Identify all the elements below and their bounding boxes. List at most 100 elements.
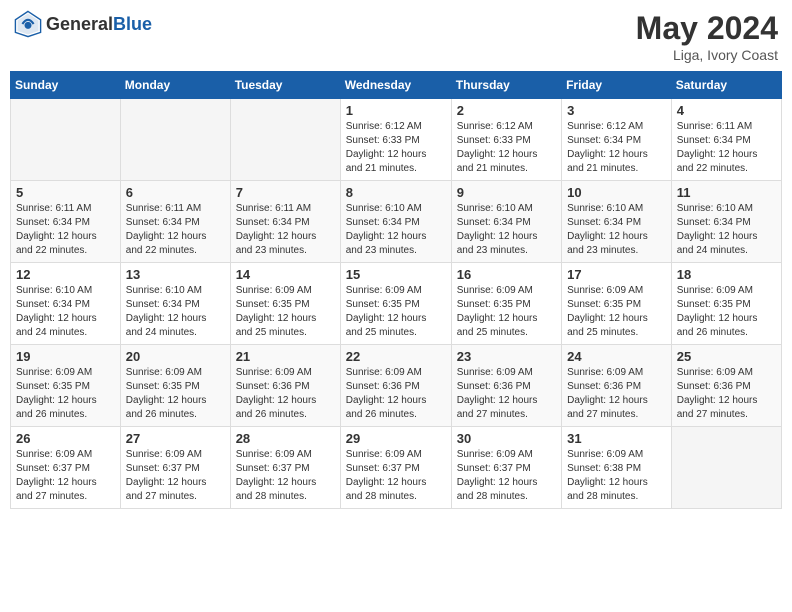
day-info: Sunrise: 6:11 AM Sunset: 6:34 PM Dayligh…	[16, 202, 115, 258]
day-number: 22	[346, 349, 446, 364]
day-info: Sunrise: 6:09 AM Sunset: 6:36 PM Dayligh…	[567, 366, 666, 422]
day-number: 15	[346, 267, 446, 282]
day-info: Sunrise: 6:10 AM Sunset: 6:34 PM Dayligh…	[16, 284, 115, 340]
day-info: Sunrise: 6:09 AM Sunset: 6:37 PM Dayligh…	[126, 448, 225, 504]
day-number: 11	[677, 185, 776, 200]
day-number: 3	[567, 103, 666, 118]
day-number: 13	[126, 267, 225, 282]
table-row: 30 Sunrise: 6:09 AM Sunset: 6:37 PM Dayli…	[451, 427, 561, 509]
day-number: 28	[236, 431, 335, 446]
calendar-week-row: 19 Sunrise: 6:09 AM Sunset: 6:35 PM Dayli…	[11, 345, 782, 427]
day-number: 24	[567, 349, 666, 364]
day-info: Sunrise: 6:09 AM Sunset: 6:35 PM Dayligh…	[567, 284, 666, 340]
day-number: 31	[567, 431, 666, 446]
col-wednesday: Wednesday	[340, 72, 451, 99]
location-title: Liga, Ivory Coast	[636, 47, 778, 63]
day-number: 4	[677, 103, 776, 118]
day-number: 6	[126, 185, 225, 200]
table-row: 8Sunrise: 6:10 AM Sunset: 6:34 PM Daylig…	[340, 181, 451, 263]
day-number: 25	[677, 349, 776, 364]
calendar-header-row: Sunday Monday Tuesday Wednesday Thursday…	[11, 72, 782, 99]
calendar-week-row: 26 Sunrise: 6:09 AM Sunset: 6:37 PM Dayli…	[11, 427, 782, 509]
table-row: 20 Sunrise: 6:09 AM Sunset: 6:35 PM Dayli…	[120, 345, 230, 427]
table-row: 22 Sunrise: 6:09 AM Sunset: 6:36 PM Dayli…	[340, 345, 451, 427]
day-info: Sunrise: 6:09 AM Sunset: 6:35 PM Dayligh…	[126, 366, 225, 422]
day-info: Sunrise: 6:10 AM Sunset: 6:34 PM Dayligh…	[126, 284, 225, 340]
table-row: 6Sunrise: 6:11 AM Sunset: 6:34 PM Daylig…	[120, 181, 230, 263]
day-number: 1	[346, 103, 446, 118]
day-number: 2	[457, 103, 556, 118]
day-info: Sunrise: 6:12 AM Sunset: 6:33 PM Dayligh…	[457, 120, 556, 176]
logo-text-blue: Blue	[113, 14, 152, 34]
calendar-table: Sunday Monday Tuesday Wednesday Thursday…	[10, 71, 782, 509]
table-row	[120, 99, 230, 181]
col-tuesday: Tuesday	[230, 72, 340, 99]
table-row: 21 Sunrise: 6:09 AM Sunset: 6:36 PM Dayli…	[230, 345, 340, 427]
day-number: 19	[16, 349, 115, 364]
logo: GeneralBlue	[14, 10, 152, 38]
table-row: 17Sunrise: 6:09 AM Sunset: 6:35 PM Dayli…	[562, 263, 672, 345]
day-info: Sunrise: 6:09 AM Sunset: 6:37 PM Dayligh…	[457, 448, 556, 504]
logo-icon	[14, 10, 42, 38]
table-row: 9 Sunrise: 6:10 AM Sunset: 6:34 PM Daylig…	[451, 181, 561, 263]
day-info: Sunrise: 6:09 AM Sunset: 6:36 PM Dayligh…	[457, 366, 556, 422]
day-number: 27	[126, 431, 225, 446]
day-info: Sunrise: 6:09 AM Sunset: 6:35 PM Dayligh…	[677, 284, 776, 340]
table-row: 7 Sunrise: 6:11 AM Sunset: 6:34 PM Daylig…	[230, 181, 340, 263]
day-info: Sunrise: 6:10 AM Sunset: 6:34 PM Dayligh…	[346, 202, 446, 258]
table-row: 15 Sunrise: 6:09 AM Sunset: 6:35 PM Dayli…	[340, 263, 451, 345]
table-row	[230, 99, 340, 181]
day-number: 29	[346, 431, 446, 446]
day-number: 16	[457, 267, 556, 282]
table-row: 11 Sunrise: 6:10 AM Sunset: 6:34 PM Dayli…	[671, 181, 781, 263]
day-info: Sunrise: 6:10 AM Sunset: 6:34 PM Dayligh…	[457, 202, 556, 258]
table-row: 25Sunrise: 6:09 AM Sunset: 6:36 PM Dayli…	[671, 345, 781, 427]
table-row: 31Sunrise: 6:09 AM Sunset: 6:38 PM Dayli…	[562, 427, 672, 509]
day-number: 12	[16, 267, 115, 282]
table-row	[11, 99, 121, 181]
day-info: Sunrise: 6:10 AM Sunset: 6:34 PM Dayligh…	[567, 202, 666, 258]
day-info: Sunrise: 6:09 AM Sunset: 6:37 PM Dayligh…	[16, 448, 115, 504]
table-row: 29 Sunrise: 6:09 AM Sunset: 6:37 PM Dayli…	[340, 427, 451, 509]
calendar-week-row: 1 Sunrise: 6:12 AM Sunset: 6:33 PM Daylig…	[11, 99, 782, 181]
day-info: Sunrise: 6:11 AM Sunset: 6:34 PM Dayligh…	[677, 120, 776, 176]
day-info: Sunrise: 6:09 AM Sunset: 6:37 PM Dayligh…	[346, 448, 446, 504]
table-row	[671, 427, 781, 509]
table-row: 19 Sunrise: 6:09 AM Sunset: 6:35 PM Dayli…	[11, 345, 121, 427]
day-info: Sunrise: 6:09 AM Sunset: 6:37 PM Dayligh…	[236, 448, 335, 504]
day-info: Sunrise: 6:09 AM Sunset: 6:36 PM Dayligh…	[346, 366, 446, 422]
table-row: 12 Sunrise: 6:10 AM Sunset: 6:34 PM Dayli…	[11, 263, 121, 345]
day-number: 30	[457, 431, 556, 446]
day-number: 26	[16, 431, 115, 446]
table-row: 26 Sunrise: 6:09 AM Sunset: 6:37 PM Dayli…	[11, 427, 121, 509]
col-sunday: Sunday	[11, 72, 121, 99]
table-row: 4 Sunrise: 6:11 AM Sunset: 6:34 PM Daylig…	[671, 99, 781, 181]
day-number: 18	[677, 267, 776, 282]
day-info: Sunrise: 6:09 AM Sunset: 6:35 PM Dayligh…	[16, 366, 115, 422]
table-row: 14 Sunrise: 6:09 AM Sunset: 6:35 PM Dayli…	[230, 263, 340, 345]
day-info: Sunrise: 6:10 AM Sunset: 6:34 PM Dayligh…	[677, 202, 776, 258]
col-thursday: Thursday	[451, 72, 561, 99]
day-number: 14	[236, 267, 335, 282]
day-number: 23	[457, 349, 556, 364]
table-row: 27 Sunrise: 6:09 AM Sunset: 6:37 PM Dayli…	[120, 427, 230, 509]
day-info: Sunrise: 6:12 AM Sunset: 6:34 PM Dayligh…	[567, 120, 666, 176]
table-row: 16 Sunrise: 6:09 AM Sunset: 6:35 PM Dayli…	[451, 263, 561, 345]
col-saturday: Saturday	[671, 72, 781, 99]
table-row: 13 Sunrise: 6:10 AM Sunset: 6:34 PM Dayli…	[120, 263, 230, 345]
day-info: Sunrise: 6:09 AM Sunset: 6:36 PM Dayligh…	[236, 366, 335, 422]
day-info: Sunrise: 6:09 AM Sunset: 6:35 PM Dayligh…	[236, 284, 335, 340]
day-number: 21	[236, 349, 335, 364]
day-number: 7	[236, 185, 335, 200]
day-info: Sunrise: 6:09 AM Sunset: 6:35 PM Dayligh…	[346, 284, 446, 340]
page-header: GeneralBlue May 2024 Liga, Ivory Coast	[10, 10, 782, 63]
col-monday: Monday	[120, 72, 230, 99]
day-number: 20	[126, 349, 225, 364]
table-row: 28 Sunrise: 6:09 AM Sunset: 6:37 PM Dayli…	[230, 427, 340, 509]
day-info: Sunrise: 6:09 AM Sunset: 6:35 PM Dayligh…	[457, 284, 556, 340]
table-row: 2 Sunrise: 6:12 AM Sunset: 6:33 PM Daylig…	[451, 99, 561, 181]
table-row: 10Sunrise: 6:10 AM Sunset: 6:34 PM Dayli…	[562, 181, 672, 263]
day-info: Sunrise: 6:11 AM Sunset: 6:34 PM Dayligh…	[236, 202, 335, 258]
title-block: May 2024 Liga, Ivory Coast	[636, 10, 778, 63]
day-number: 9	[457, 185, 556, 200]
